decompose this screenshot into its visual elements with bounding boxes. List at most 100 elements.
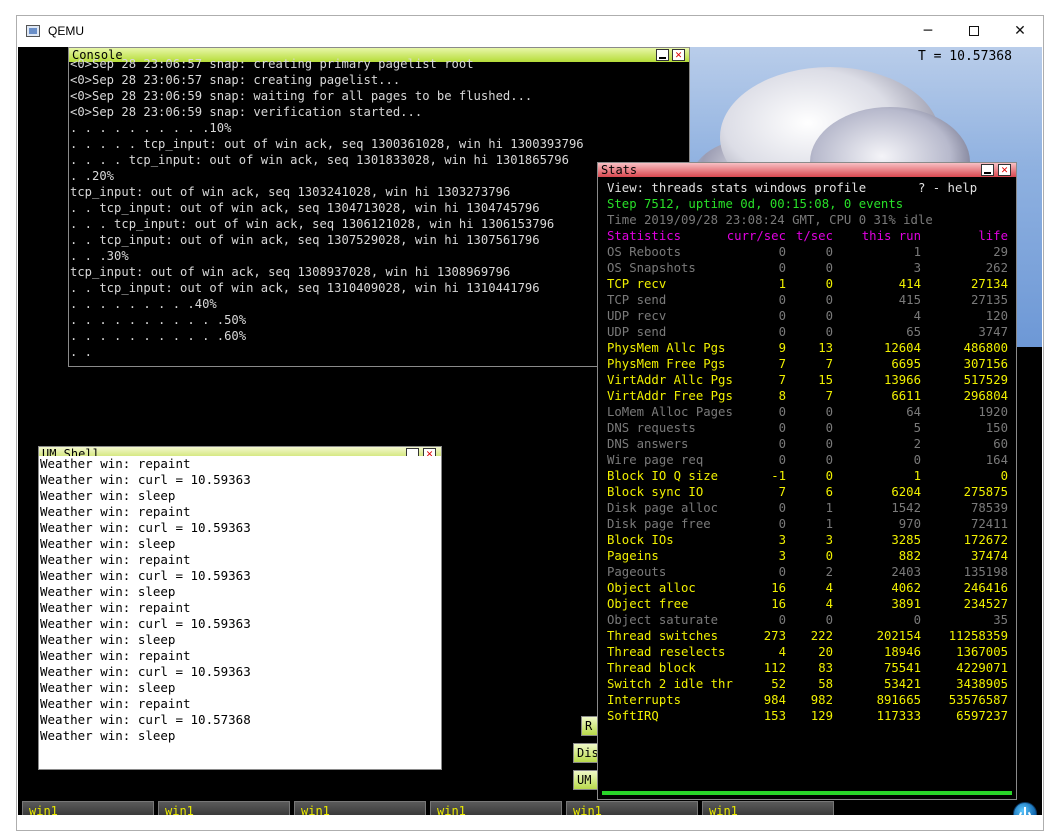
stat-t-sec: 1 [825,517,833,531]
close-button[interactable]: ✕ [997,16,1043,47]
stats-titlebar[interactable]: Stats ✕ [598,163,1016,177]
console-output: <0>Sep 28 23:06:57 snap: creating primar… [69,56,689,360]
stat-curr-sec: -1 [771,469,786,483]
stat-this-run: 0 [913,453,921,467]
console-line: <0>Sep 28 23:06:57 snap: creating pageli… [70,73,401,87]
stat-life: 275875 [963,485,1008,499]
taskbar-button[interactable]: win1 [430,801,562,815]
maximize-button[interactable] [951,16,997,47]
stat-this-run: 75541 [883,661,921,675]
stats-row: Object free 16 4 3891 234527 [607,596,1016,612]
stat-curr-sec: 984 [763,693,786,707]
console-line: <0>Sep 28 23:06:57 snap: creating primar… [70,57,474,71]
stat-this-run: 53421 [883,677,921,691]
stats-row: Pageins 3 0 882 37474 [607,548,1016,564]
guest-screen[interactable]: T = 10.57368 Console ✕ <0>Sep 28 23:06:5… [18,47,1042,815]
stat-life: 0 [1000,469,1008,483]
stat-name: Interrupts [607,693,682,707]
header-life: life [978,229,1008,243]
qemu-app-icon [26,25,40,37]
stats-row: DNS requests 0 0 5 150 [607,420,1016,436]
stat-curr-sec: 3 [778,549,786,563]
stat-curr-sec: 0 [778,405,786,419]
shell-line: Weather win: repaint [40,696,191,711]
stat-t-sec: 0 [825,549,833,563]
stat-name: Thread block [607,661,696,675]
stats-row: Thread reselects 4 20 18946 1367005 [607,644,1016,660]
stats-row: Block IO Q size -1 0 1 0 [607,468,1016,484]
stat-curr-sec: 52 [771,677,786,691]
stat-t-sec: 15 [818,373,833,387]
taskbar-button[interactable]: win1 [158,801,290,815]
stats-close-button[interactable]: ✕ [998,164,1011,176]
stat-this-run: 970 [898,517,921,531]
stat-life: 120 [985,309,1008,323]
stat-name: VirtAddr Free Pgs [607,389,733,403]
title-bar[interactable]: QEMU ─ ✕ [17,16,1043,47]
taskbar-button[interactable]: win1 [22,801,154,815]
stat-name: Wire page req [607,453,704,467]
stat-life: 164 [985,453,1008,467]
shell-line: Weather win: sleep [40,632,176,647]
stats-row: TCP recv 1 0 414 27134 [607,276,1016,292]
stat-life: 1367005 [956,645,1008,659]
stats-row: Pageouts 0 2 2403 135198 [607,564,1016,580]
stat-t-sec: 0 [825,421,833,435]
minimize-button[interactable]: ─ [905,16,951,47]
stat-name: VirtAddr Allc Pgs [607,373,733,387]
stats-minimize-button[interactable] [981,164,994,176]
stat-curr-sec: 8 [778,389,786,403]
stats-row: Wire page req 0 0 0 164 [607,452,1016,468]
stat-name: UDP recv [607,309,667,323]
stat-t-sec: 0 [825,437,833,451]
shell-line: Weather win: sleep [40,584,176,599]
stats-row: VirtAddr Free Pgs 8 7 6611 296804 [607,388,1016,404]
stat-this-run: 2 [913,437,921,451]
stat-name: Switch 2 idle thr [607,677,733,691]
stat-name: Disk page alloc [607,501,719,515]
stat-t-sec: 0 [825,613,833,627]
stats-row: Block sync IO 7 6 6204 275875 [607,484,1016,500]
taskbar-button[interactable]: win1 [294,801,426,815]
stats-row: Interrupts 984 982 891665 53576587 [607,692,1016,708]
stat-this-run: 117333 [876,709,921,723]
stat-curr-sec: 9 [778,341,786,355]
stat-curr-sec: 16 [771,581,786,595]
stat-name: SoftIRQ [607,709,659,723]
stat-t-sec: 0 [825,469,833,483]
stat-this-run: 3285 [891,533,921,547]
stat-t-sec: 1 [825,501,833,515]
shell-line: Weather win: sleep [40,488,176,503]
um-shell-window[interactable]: UM Shell ✕ Weather win: repaint Weather w… [38,446,442,770]
console-line: <0>Sep 28 23:06:59 snap: verification st… [70,105,423,119]
stat-life: 1920 [978,405,1008,419]
stat-curr-sec: 0 [778,421,786,435]
stat-t-sec: 4 [825,581,833,595]
stat-this-run: 18946 [883,645,921,659]
stat-life: 37474 [970,549,1008,563]
stats-time-line: Time 2019/09/28 23:08:24 GMT, CPU 0 31% … [607,213,933,227]
stats-view-line[interactable]: View: threads stats windows profile ? - … [607,180,1016,196]
console-line: . . . . . tcp_input: out of win ack, seq… [70,137,584,151]
stat-life: 517529 [963,373,1008,387]
stats-row: Object alloc 16 4 4062 246416 [607,580,1016,596]
stat-life: 29 [993,245,1008,259]
stats-row: VirtAddr Allc Pgs 7 15 13966 517529 [607,372,1016,388]
power-icon [1019,810,1031,815]
taskbar-button[interactable]: win1 [566,801,698,815]
stat-t-sec: 0 [825,261,833,275]
stat-curr-sec: 0 [778,245,786,259]
stat-curr-sec: 7 [778,357,786,371]
stats-window[interactable]: Stats ✕ View: threads stats windows prof… [597,162,1017,800]
stat-t-sec: 0 [825,405,833,419]
stat-life: 78539 [970,501,1008,515]
stat-life: 11258359 [948,629,1008,643]
console-line: . . . . . . . . . .10% [70,121,232,135]
stat-curr-sec: 153 [763,709,786,723]
stat-curr-sec: 0 [778,261,786,275]
stats-row: PhysMem Allc Pgs 9 13 12604 486800 [607,340,1016,356]
stat-life: 6597237 [956,709,1008,723]
taskbar-button[interactable]: win1 [702,801,834,815]
stat-this-run: 414 [898,277,921,291]
stats-row: SoftIRQ 153 129 117333 6597237 [607,708,1016,724]
